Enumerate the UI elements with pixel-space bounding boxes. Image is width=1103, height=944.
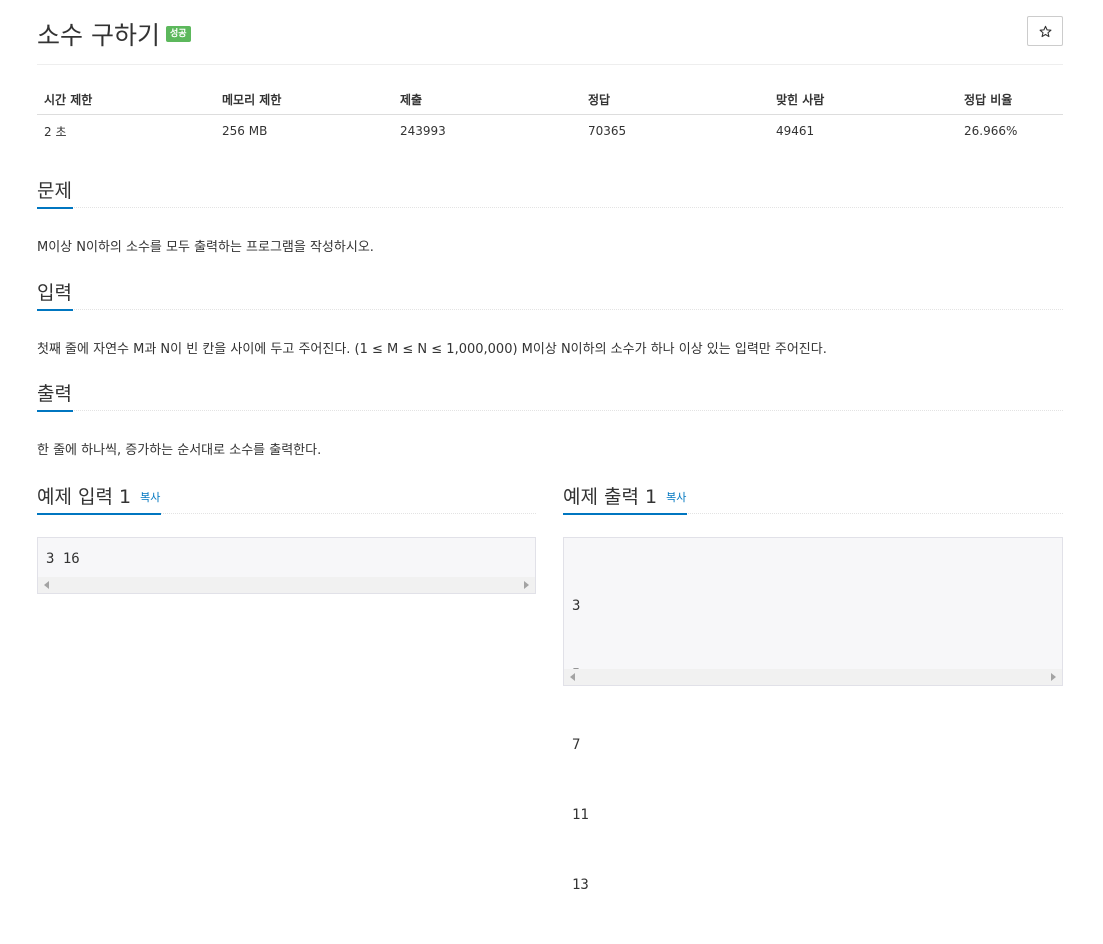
section-underline <box>563 513 687 515</box>
section-underline <box>37 309 73 311</box>
copy-sample-output-link[interactable]: 복사 <box>666 491 686 504</box>
section-underline <box>37 513 161 515</box>
problem-section-title: 문제 <box>37 180 72 202</box>
copy-sample-input-link[interactable]: 복사 <box>140 491 160 504</box>
sample-output-content: 3 5 7 11 13 <box>572 548 623 944</box>
scroll-left-icon[interactable] <box>44 581 49 589</box>
info-header: 메모리 제한 <box>215 84 393 115</box>
info-value: 49461 <box>776 124 815 138</box>
output-section-title: 출력 <box>37 383 72 405</box>
info-value: 70365 <box>588 124 627 138</box>
info-header: 시간 제한 <box>37 84 215 115</box>
sample-output-title: 예제 출력 1 <box>563 486 658 508</box>
input-description: 첫째 줄에 자연수 M과 N이 빈 칸을 사이에 두고 주어진다. (1 ≤ M… <box>37 342 827 357</box>
info-value: 256 MB <box>222 124 268 138</box>
star-icon <box>1039 25 1051 37</box>
page-title: 소수 구하기 <box>37 21 160 50</box>
header-divider <box>37 64 1063 65</box>
info-value: 26.966% <box>964 124 1018 138</box>
sample-line: 3 <box>572 597 581 614</box>
sample-line: 11 <box>572 807 589 824</box>
section-divider <box>37 207 1063 209</box>
horizontal-scrollbar[interactable] <box>564 669 1062 685</box>
favorite-button[interactable] <box>1027 16 1063 46</box>
sample-input-content: 3 16 <box>46 548 80 571</box>
section-underline <box>37 207 73 209</box>
info-header: 정답 비율 <box>957 84 1063 115</box>
sample-line: 13 <box>572 877 589 894</box>
scroll-left-icon[interactable] <box>570 673 575 681</box>
problem-description: M이상 N이하의 소수를 모두 출력하는 프로그램을 작성하시오. <box>37 240 374 255</box>
sample-input-title-row: 예제 입력 1 복사 <box>37 482 160 508</box>
problem-header: 소수 구하기 성공 <box>37 12 1063 52</box>
info-header: 제출 <box>393 84 581 115</box>
output-description: 한 줄에 하나씩, 증가하는 순서대로 소수를 출력한다. <box>37 443 322 458</box>
section-underline <box>37 410 73 412</box>
info-value-row: 2 초 256 MB 243993 70365 49461 26.966% <box>37 115 1063 148</box>
sample-output-title-row: 예제 출력 1 복사 <box>563 482 686 508</box>
sample-line: 7 <box>572 737 581 754</box>
scroll-right-icon[interactable] <box>1051 673 1056 681</box>
section-divider <box>37 410 1063 412</box>
sample-input-box[interactable]: 3 16 <box>37 537 536 594</box>
section-divider <box>37 309 1063 311</box>
sample-line: 3 16 <box>46 551 80 567</box>
info-header: 맞힌 사람 <box>769 84 957 115</box>
info-header-row: 시간 제한 메모리 제한 제출 정답 맞힌 사람 정답 비율 <box>37 84 1063 115</box>
info-value: 2 초 <box>44 124 67 139</box>
scroll-right-icon[interactable] <box>524 581 529 589</box>
sample-input-title: 예제 입력 1 <box>37 486 132 508</box>
status-badge: 성공 <box>166 26 191 42</box>
input-section-title: 입력 <box>37 282 72 304</box>
sample-output-box[interactable]: 3 5 7 11 13 <box>563 537 1063 893</box>
info-value: 243993 <box>400 124 446 138</box>
info-header: 정답 <box>581 84 769 115</box>
problem-info-table: 시간 제한 메모리 제한 제출 정답 맞힌 사람 정답 비율 2 초 256 M… <box>37 84 1063 147</box>
horizontal-scrollbar[interactable] <box>38 577 535 593</box>
